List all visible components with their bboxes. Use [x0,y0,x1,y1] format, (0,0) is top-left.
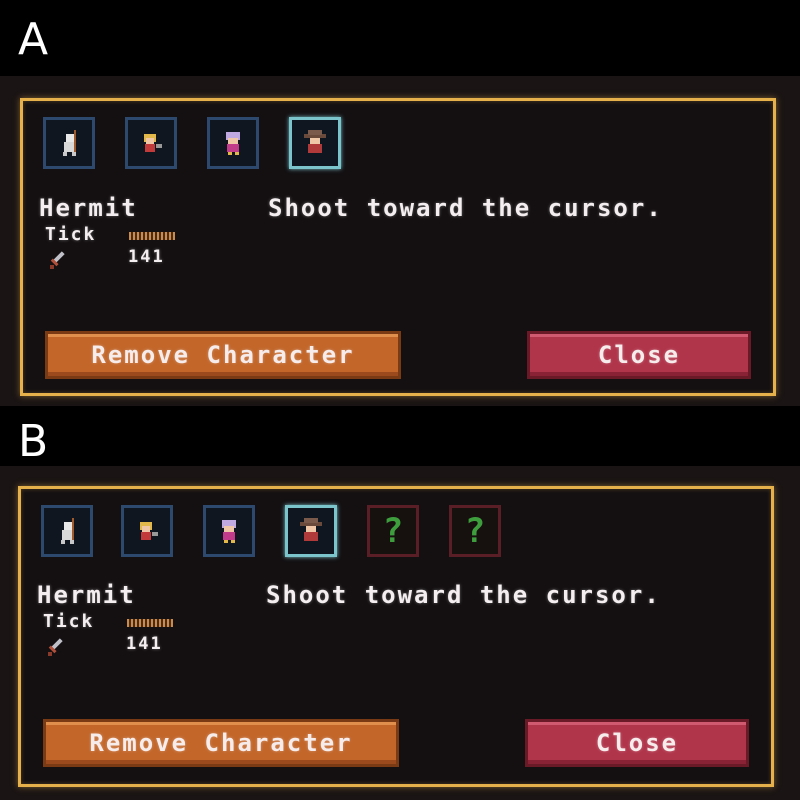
slot-locked-1[interactable]: ? [367,505,419,557]
stat-value: 141 [128,247,165,267]
slot-blonde[interactable] [125,117,177,169]
close-button[interactable]: Close [527,331,751,379]
remove-character-button[interactable]: Remove Character [43,719,399,767]
sword-icon [48,638,63,656]
stat-bar [127,619,173,627]
panel-a-frame: Hermit Shoot toward the cursor. Tick 141… [20,98,776,396]
panel-a-screen: Hermit Shoot toward the cursor. Tick 141… [0,76,800,406]
close-button[interactable]: Close [525,719,749,767]
sword-icon [50,251,65,269]
remove-character-button[interactable]: Remove Character [45,331,401,379]
slot-purple-hair[interactable] [207,117,259,169]
slot-blonde[interactable] [121,505,173,557]
slot-skeleton[interactable] [43,117,95,169]
purple-hair-character-icon [226,132,240,155]
slot-skeleton[interactable] [41,505,93,557]
slot-hermit[interactable] [289,117,341,169]
slot-hermit[interactable] [285,505,337,557]
panel-a-label: A [18,14,49,65]
ability-description: Shoot toward the cursor. [266,581,661,609]
question-mark-icon: ? [464,511,486,551]
blonde-character-icon [144,134,162,152]
slot-locked-2[interactable]: ? [449,505,501,557]
slot-purple-hair[interactable] [203,505,255,557]
stat-value: 141 [126,634,163,654]
ability-description: Shoot toward the cursor. [268,194,663,222]
character-name: Hermit [37,581,136,609]
hermit-character-icon [300,518,322,541]
stat-label: Tick [43,611,95,632]
stat-bar [129,232,175,240]
purple-hair-character-icon [222,520,236,543]
panel-b-screen: ? ? Hermit Shoot toward the cursor. Tick… [0,466,800,800]
hermit-character-icon [304,130,326,153]
skeleton-character-icon [63,130,76,156]
character-name: Hermit [39,194,138,222]
question-mark-icon: ? [382,511,404,551]
blonde-character-icon [140,522,158,540]
stat-label: Tick [45,224,97,245]
panel-b-label: B [18,416,49,467]
panel-b-frame: ? ? Hermit Shoot toward the cursor. Tick… [18,486,774,787]
skeleton-character-icon [61,518,74,544]
